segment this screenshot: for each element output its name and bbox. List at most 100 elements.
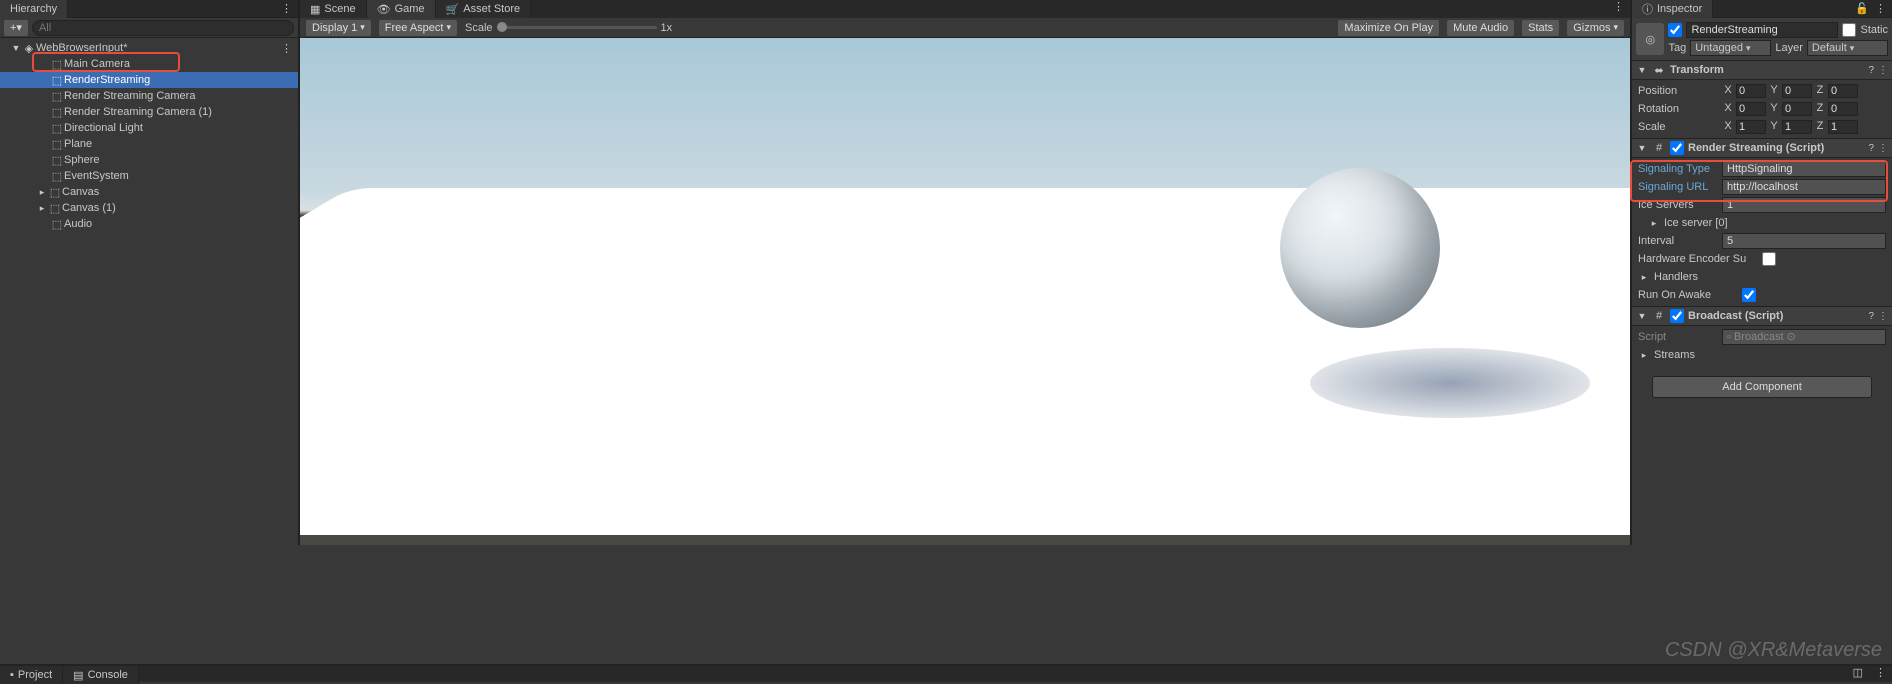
unity-icon: ◈ <box>22 42 36 55</box>
position-y-input[interactable] <box>1782 84 1812 98</box>
asset-store-icon: 🛒 <box>446 3 460 16</box>
help-icon[interactable]: ? <box>1868 311 1874 322</box>
tab-scene[interactable]: ▦Scene <box>300 0 367 18</box>
layer-dropdown[interactable]: Default <box>1807 40 1888 56</box>
expand-arrow-icon[interactable]: ▸ <box>1648 218 1660 229</box>
scene-name: WebBrowserInput* <box>36 42 128 54</box>
rotation-z-input[interactable] <box>1828 102 1858 116</box>
rotation-y-input[interactable] <box>1782 102 1812 116</box>
hierarchy-item[interactable]: ⬚Plane <box>0 136 298 152</box>
collapse-arrow-icon[interactable]: ▼ <box>1636 65 1648 75</box>
settings-icon[interactable]: ⋮ <box>1878 65 1888 76</box>
component-enabled-checkbox[interactable] <box>1670 309 1684 323</box>
hierarchy-search-input[interactable] <box>32 20 294 36</box>
center-tabs: ▦Scene 👁Game 🛒Asset Store ⋮ <box>300 0 1630 18</box>
signaling-type-input[interactable] <box>1722 161 1886 177</box>
folder-icon: ▪ <box>10 669 14 681</box>
hierarchy-item[interactable]: ⬚Render Streaming Camera (1) <box>0 104 298 120</box>
layer-label: Layer <box>1775 42 1803 54</box>
hierarchy-item[interactable]: ⬚Sphere <box>0 152 298 168</box>
gameobject-icon: ⬚ <box>50 154 64 167</box>
expand-arrow-icon[interactable]: ▸ <box>36 187 48 198</box>
tab-game[interactable]: 👁Game <box>367 0 436 18</box>
gameobject-header: ◎ Static Tag Untagged Layer Default <box>1632 18 1892 60</box>
hierarchy-menu-icon[interactable]: ⋮ <box>275 2 298 15</box>
expand-arrow-icon[interactable]: ▸ <box>36 203 48 214</box>
sphere-mesh <box>1280 168 1440 328</box>
tab-console[interactable]: ▤ Console <box>63 666 139 684</box>
mute-audio-button[interactable]: Mute Audio <box>1447 20 1514 36</box>
hierarchy-item[interactable]: ▸⬚Canvas (1) <box>0 200 298 216</box>
tab-project[interactable]: ▪ Project <box>0 666 63 684</box>
settings-icon[interactable]: ⋮ <box>1878 143 1888 154</box>
scale-x-input[interactable] <box>1736 120 1766 134</box>
tag-dropdown[interactable]: Untagged <box>1690 40 1771 56</box>
help-icon[interactable]: ? <box>1868 65 1874 76</box>
console-icon: ▤ <box>73 669 83 682</box>
render-streaming-component-body: Signaling Type Signaling URL Ice Servers… <box>1632 158 1892 306</box>
scale-z-input[interactable] <box>1828 120 1858 134</box>
hierarchy-item[interactable]: ⬚Directional Light <box>0 120 298 136</box>
gameobject-icon: ⬚ <box>50 90 64 103</box>
scale-y-input[interactable] <box>1782 120 1812 134</box>
component-enabled-checkbox[interactable] <box>1670 141 1684 155</box>
ice-servers-input[interactable] <box>1722 197 1886 213</box>
gameobject-icon: ⬚ <box>48 186 62 199</box>
bottom-menu-icon[interactable]: ⋮ <box>1869 666 1892 682</box>
inspector-menu-icon[interactable]: ⋮ <box>1869 2 1892 15</box>
display-dropdown[interactable]: Display 1 <box>306 20 371 36</box>
hw-encoder-checkbox[interactable] <box>1762 252 1776 266</box>
expand-arrow-icon[interactable]: ▼ <box>10 43 22 53</box>
broadcast-component-body: Script▫ Broadcast ⊙ ▸Streams <box>1632 326 1892 366</box>
hierarchy-toolbar: +▾ <box>0 18 298 38</box>
static-checkbox[interactable] <box>1842 23 1856 37</box>
stats-button[interactable]: Stats <box>1522 20 1559 36</box>
hierarchy-item-selected[interactable]: ⬚RenderStreaming <box>0 72 298 88</box>
expand-arrow-icon[interactable]: ▸ <box>1638 272 1650 283</box>
hierarchy-item[interactable]: ⬚EventSystem <box>0 168 298 184</box>
maximize-on-play-button[interactable]: Maximize On Play <box>1338 20 1439 36</box>
help-icon[interactable]: ? <box>1868 143 1874 154</box>
lock-icon[interactable]: 🔓 <box>1855 2 1869 15</box>
rotation-x-input[interactable] <box>1736 102 1766 116</box>
gameobject-large-icon[interactable]: ◎ <box>1636 23 1664 55</box>
hierarchy-tab-label: Hierarchy <box>10 3 57 15</box>
gizmos-dropdown[interactable]: Gizmos <box>1567 20 1624 36</box>
gameobject-icon: ⬚ <box>50 138 64 151</box>
render-streaming-component-header[interactable]: ▼ # Render Streaming (Script) ? ⋮ <box>1632 138 1892 158</box>
transform-component-header[interactable]: ▼ ⬌ Transform ? ⋮ <box>1632 60 1892 80</box>
position-z-input[interactable] <box>1828 84 1858 98</box>
script-reference[interactable]: ▫ Broadcast ⊙ <box>1722 329 1886 345</box>
scene-menu-icon[interactable]: ⋮ <box>275 42 298 55</box>
gameobject-name-input[interactable] <box>1686 22 1838 38</box>
settings-icon[interactable]: ⋮ <box>1878 311 1888 322</box>
aspect-dropdown[interactable]: Free Aspect <box>379 20 457 36</box>
hierarchy-item[interactable]: ⬚Audio <box>0 216 298 232</box>
game-view <box>300 38 1630 545</box>
signaling-type-label[interactable]: Signaling Type <box>1638 163 1718 175</box>
add-component-button[interactable]: Add Component <box>1652 376 1872 398</box>
collapse-arrow-icon[interactable]: ▼ <box>1636 311 1648 321</box>
signaling-url-input[interactable] <box>1722 179 1886 195</box>
hierarchy-panel: Hierarchy ⋮ +▾ ▼ ◈ WebBrowserInput* ⋮ ⬚M… <box>0 0 300 545</box>
collapse-arrow-icon[interactable]: ▼ <box>1636 143 1648 153</box>
scale-slider[interactable] <box>497 26 657 29</box>
hierarchy-item[interactable]: ⬚Main Camera <box>0 56 298 72</box>
broadcast-component-header[interactable]: ▼ # Broadcast (Script) ? ⋮ <box>1632 306 1892 326</box>
tab-asset-store[interactable]: 🛒Asset Store <box>436 0 532 18</box>
create-button[interactable]: +▾ <box>4 20 28 36</box>
position-x-input[interactable] <box>1736 84 1766 98</box>
expand-arrow-icon[interactable]: ▸ <box>1638 350 1650 361</box>
center-menu-icon[interactable]: ⋮ <box>1607 0 1630 18</box>
hierarchy-item[interactable]: ▸⬚Canvas <box>0 184 298 200</box>
hierarchy-tab[interactable]: Hierarchy <box>0 0 68 18</box>
active-checkbox[interactable] <box>1668 23 1682 37</box>
hierarchy-item[interactable]: ⬚Render Streaming Camera <box>0 88 298 104</box>
run-on-awake-checkbox[interactable] <box>1742 288 1756 302</box>
signaling-url-label[interactable]: Signaling URL <box>1638 181 1718 193</box>
center-panel: ▦Scene 👁Game 🛒Asset Store ⋮ Display 1 Fr… <box>300 0 1630 545</box>
scene-row[interactable]: ▼ ◈ WebBrowserInput* ⋮ <box>0 40 298 56</box>
inspector-tab[interactable]: ⓘ Inspector <box>1632 0 1713 18</box>
interval-input[interactable] <box>1722 233 1886 249</box>
bottom-layout-icon[interactable]: ◫ <box>1847 666 1869 682</box>
